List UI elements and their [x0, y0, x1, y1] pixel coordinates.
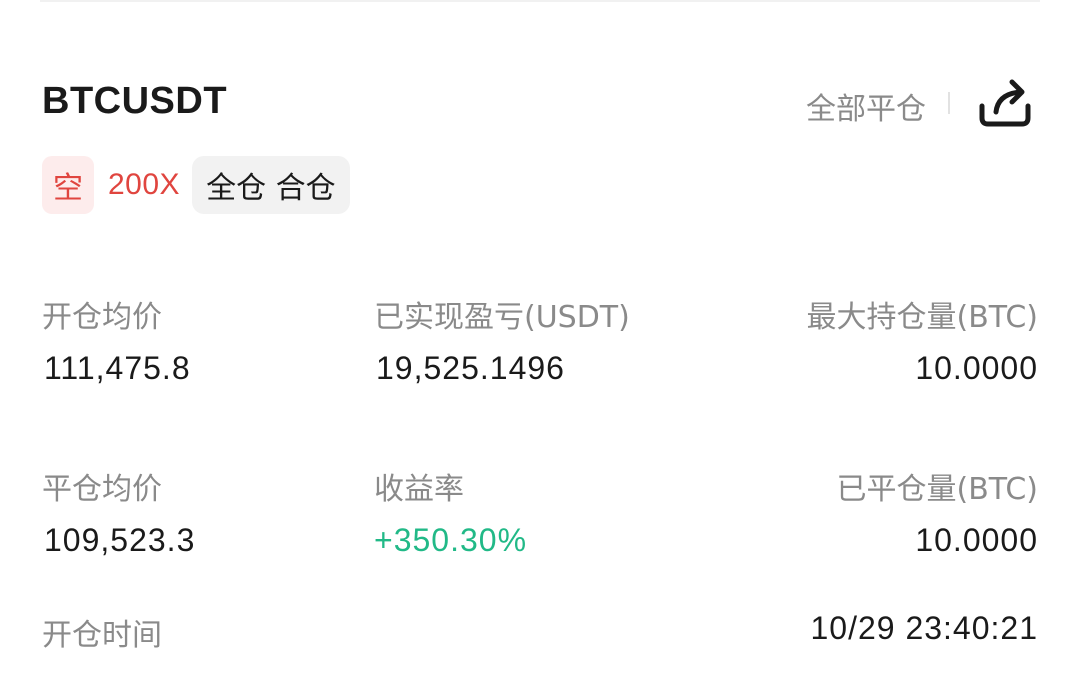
- header-separator: [948, 92, 950, 114]
- max-position-label: 最大持仓量(BTC): [806, 300, 1038, 335]
- avg-close-price-value: 109,523.3: [44, 522, 196, 558]
- open-time-value: 10/29 23:40:21: [810, 610, 1038, 646]
- symbol-title: BTCUSDT: [42, 80, 228, 122]
- max-position-value: 10.0000: [915, 350, 1038, 386]
- margin-mode-badge: 全仓 合仓: [192, 156, 350, 214]
- roi-value: +350.30%: [374, 522, 528, 558]
- realized-pnl-value: 19,525.1496: [376, 350, 565, 386]
- position-tags: 空 200X 全仓 合仓: [42, 156, 350, 214]
- closed-amount-value: 10.0000: [915, 522, 1038, 558]
- avg-open-price-label: 开仓均价: [42, 300, 162, 335]
- realized-pnl-label: 已实现盈亏(USDT): [374, 300, 630, 335]
- share-button[interactable]: [974, 72, 1036, 134]
- leverage-label: 200X: [108, 168, 181, 201]
- roi-label: 收益率: [374, 472, 464, 507]
- avg-open-price-value: 111,475.8: [44, 350, 191, 386]
- closed-amount-label: 已平仓量(BTC): [836, 472, 1038, 507]
- top-divider: [40, 0, 1040, 2]
- open-time-label: 开仓时间: [42, 618, 162, 653]
- side-badge: 空: [42, 156, 94, 214]
- close-all-button[interactable]: 全部平仓: [806, 84, 926, 128]
- share-icon: [979, 79, 1031, 127]
- avg-close-price-label: 平仓均价: [42, 472, 162, 507]
